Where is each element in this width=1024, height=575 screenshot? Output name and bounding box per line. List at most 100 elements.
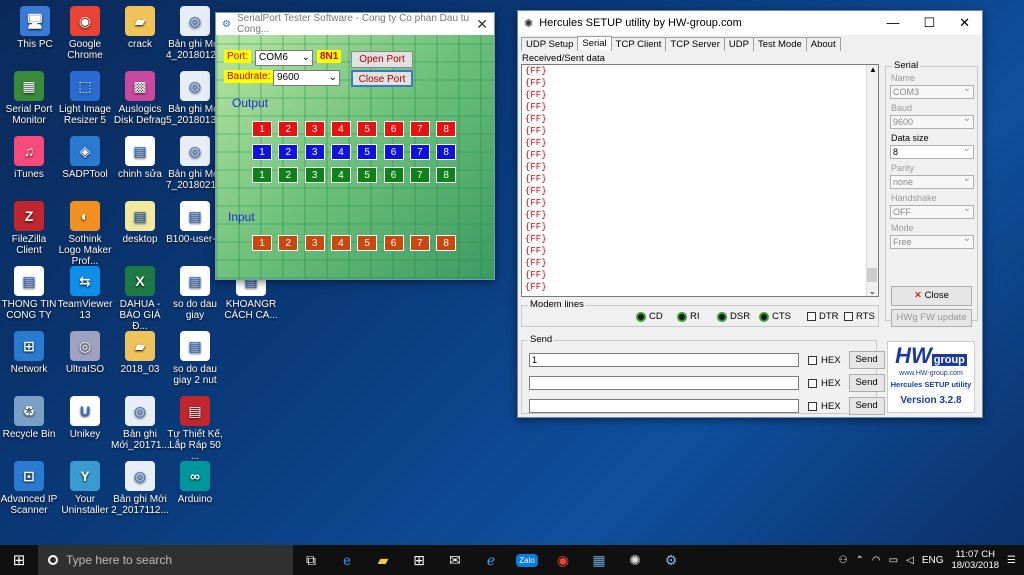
- tab-udp-setup[interactable]: UDP Setup: [521, 37, 579, 51]
- output-led-button[interactable]: 2: [278, 144, 299, 160]
- task-view-icon[interactable]: ⧉: [293, 545, 329, 575]
- output-led-button[interactable]: 4: [330, 144, 351, 160]
- desktop-icon-item[interactable]: Z FileZilla Client: [0, 201, 58, 256]
- chrome-taskbar-icon[interactable]: ◉: [545, 545, 581, 575]
- received-data-panel[interactable]: {FF} {FF} {FF} {FF} {FF} {FF} {FF} {FF} {FF} {FF}…: [521, 64, 879, 297]
- field-select[interactable]: Free: [890, 233, 974, 249]
- output-led-button[interactable]: 6: [383, 167, 404, 183]
- maximize-icon[interactable]: ☐: [923, 15, 935, 31]
- desktop-icon-item[interactable]: ▩ Auslogics Disk Defrag: [111, 71, 169, 126]
- desktop-icon-item[interactable]: ◈ SADPTool: [56, 136, 114, 180]
- close-port-button[interactable]: Close Port: [351, 70, 413, 87]
- send-button[interactable]: Send: [848, 374, 885, 392]
- desktop-icon-item[interactable]: ◐ Sothink Logo Maker Prof...: [56, 201, 114, 267]
- desktop-icon-item[interactable]: ◉ Google Chrome: [56, 6, 114, 61]
- hex-checkbox[interactable]: [808, 378, 817, 388]
- output-led-button[interactable]: 1: [252, 121, 272, 137]
- vertical-scrollbar[interactable]: ▲ ⌄: [866, 65, 878, 296]
- output-led-button[interactable]: 7: [409, 167, 430, 183]
- output-led-button[interactable]: 6: [383, 121, 404, 137]
- hex-checkbox[interactable]: [808, 401, 817, 411]
- desktop-icon-item[interactable]: ▤ so do dau giay 2 nut: [166, 331, 224, 386]
- output-led-button[interactable]: 1: [252, 167, 272, 183]
- scrollbar-thumb[interactable]: [867, 268, 877, 282]
- desktop-icon-item[interactable]: ◎ Bản ghi Mới 2_2017112...: [111, 461, 169, 516]
- desktop-icon-item[interactable]: ⇆ TeamViewer 13: [56, 266, 114, 321]
- output-led-button[interactable]: 2: [278, 167, 299, 183]
- field-select[interactable]: 8: [890, 143, 974, 159]
- tab-test-mode[interactable]: Test Mode: [752, 37, 807, 51]
- output-led-button[interactable]: 4: [330, 167, 351, 183]
- desktop-icon-item[interactable]: ♻ Recycle Bin: [0, 396, 58, 440]
- fw-update-button[interactable]: HWg FW update: [891, 309, 972, 327]
- desktop-icon-item[interactable]: ▤ THONG TIN CONG TY: [0, 266, 58, 321]
- desktop-icon-item[interactable]: U Unikey: [56, 396, 114, 440]
- output-led-button[interactable]: 5: [357, 144, 378, 160]
- output-led-button[interactable]: 6: [383, 144, 404, 160]
- show-hidden-icon[interactable]: ⌃: [856, 555, 864, 566]
- clock[interactable]: 11:07 CH 18/03/2018: [951, 549, 999, 571]
- tab-tcp-server[interactable]: TCP Server: [665, 37, 725, 51]
- desktop-icon-item[interactable]: ▰ crack: [111, 6, 169, 50]
- edge-icon[interactable]: e: [329, 545, 365, 575]
- desktop-icon-item[interactable]: ⬚ Light Image Resizer 5: [56, 71, 114, 126]
- spt-taskbar-icon[interactable]: ⚙: [653, 545, 689, 575]
- desktop-icon-item[interactable]: ♫ iTunes: [0, 136, 58, 180]
- desktop-icon-item[interactable]: ◎ Bản ghi Mới_20171...: [111, 396, 170, 451]
- tab-tcp-client[interactable]: TCP Client: [610, 37, 667, 51]
- checkbox-box[interactable]: [844, 312, 853, 321]
- notifications-icon[interactable]: ☰: [1007, 555, 1016, 566]
- desktop-icon-item[interactable]: ▦ Serial Port Monitor: [0, 71, 58, 126]
- modem-checkbox[interactable]: RTS: [844, 311, 875, 322]
- checkbox-box[interactable]: [807, 312, 816, 321]
- battery-icon[interactable]: ▭: [889, 555, 898, 566]
- tab-udp[interactable]: UDP: [723, 37, 754, 51]
- send-button[interactable]: Send: [848, 351, 885, 369]
- tab-about[interactable]: About: [805, 37, 841, 51]
- scroll-down-icon[interactable]: ⌄: [869, 287, 876, 296]
- desktop-icon-item[interactable]: ▤ Tự Thiết Kế, Lắp Ráp 50 ...: [166, 396, 224, 462]
- desktop-icon-item[interactable]: X DAHUA - BÁO GIÁ Đ...: [111, 266, 169, 332]
- tab-serial[interactable]: Serial: [577, 36, 612, 50]
- language-indicator[interactable]: ENG: [922, 555, 944, 566]
- hercules-taskbar-icon[interactable]: ✺: [617, 545, 653, 575]
- hercules-titlebar[interactable]: ✺ Hercules SETUP utility by HW-group.com…: [518, 11, 982, 35]
- send-input[interactable]: 1: [529, 353, 799, 367]
- desktop-icon-item[interactable]: ▤ desktop: [111, 201, 169, 245]
- spt-titlebar[interactable]: ⚙ SerialPort Tester Software - Cong ty C…: [216, 13, 494, 35]
- minimize-icon[interactable]: —: [886, 15, 899, 31]
- close-icon[interactable]: ✕: [476, 16, 488, 33]
- output-led-button[interactable]: 2: [278, 121, 299, 137]
- field-select[interactable]: OFF: [890, 203, 974, 219]
- output-led-button[interactable]: 8: [436, 167, 457, 183]
- desktop-icon-item[interactable]: ▰ 2018_03: [111, 331, 169, 375]
- close-button[interactable]: ✕ Close: [891, 286, 972, 306]
- output-led-button[interactable]: 8: [436, 144, 457, 160]
- taskbar-search[interactable]: Type here to search: [38, 545, 293, 575]
- field-select[interactable]: COM3: [890, 83, 974, 99]
- output-led-button[interactable]: 4: [330, 121, 351, 137]
- serial-monitor-taskbar-icon[interactable]: ▦: [581, 545, 617, 575]
- people-icon[interactable]: ⚇: [839, 555, 848, 566]
- field-select[interactable]: none: [890, 173, 974, 189]
- port-select[interactable]: COM6 ⌄: [255, 50, 313, 66]
- mail-icon[interactable]: ✉: [437, 545, 473, 575]
- output-led-button[interactable]: 7: [409, 121, 430, 137]
- desktop-icon-item[interactable]: ⊡ Advanced IP Scanner: [0, 461, 58, 516]
- zalo-icon[interactable]: Zalo: [509, 545, 545, 575]
- desktop-icon-item[interactable]: ∞ Arduino: [166, 461, 224, 505]
- ie-icon[interactable]: ℯ: [473, 545, 509, 575]
- desktop-icon-item[interactable]: Y Your Uninstaller: [56, 461, 114, 516]
- field-select[interactable]: 9600: [890, 113, 974, 129]
- hex-checkbox[interactable]: [808, 355, 817, 365]
- send-button[interactable]: Send: [848, 397, 885, 415]
- windows-start-icon[interactable]: ⊞: [0, 545, 38, 575]
- output-led-button[interactable]: 5: [357, 167, 378, 183]
- output-led-button[interactable]: 7: [409, 144, 430, 160]
- file-explorer-icon[interactable]: ▰: [365, 545, 401, 575]
- output-led-button[interactable]: 3: [304, 121, 325, 137]
- desktop-icon-item[interactable]: ⊞ Network: [0, 331, 58, 375]
- output-led-button[interactable]: 3: [304, 144, 325, 160]
- store-icon[interactable]: ⊞: [401, 545, 437, 575]
- volume-icon[interactable]: ◁: [906, 555, 914, 566]
